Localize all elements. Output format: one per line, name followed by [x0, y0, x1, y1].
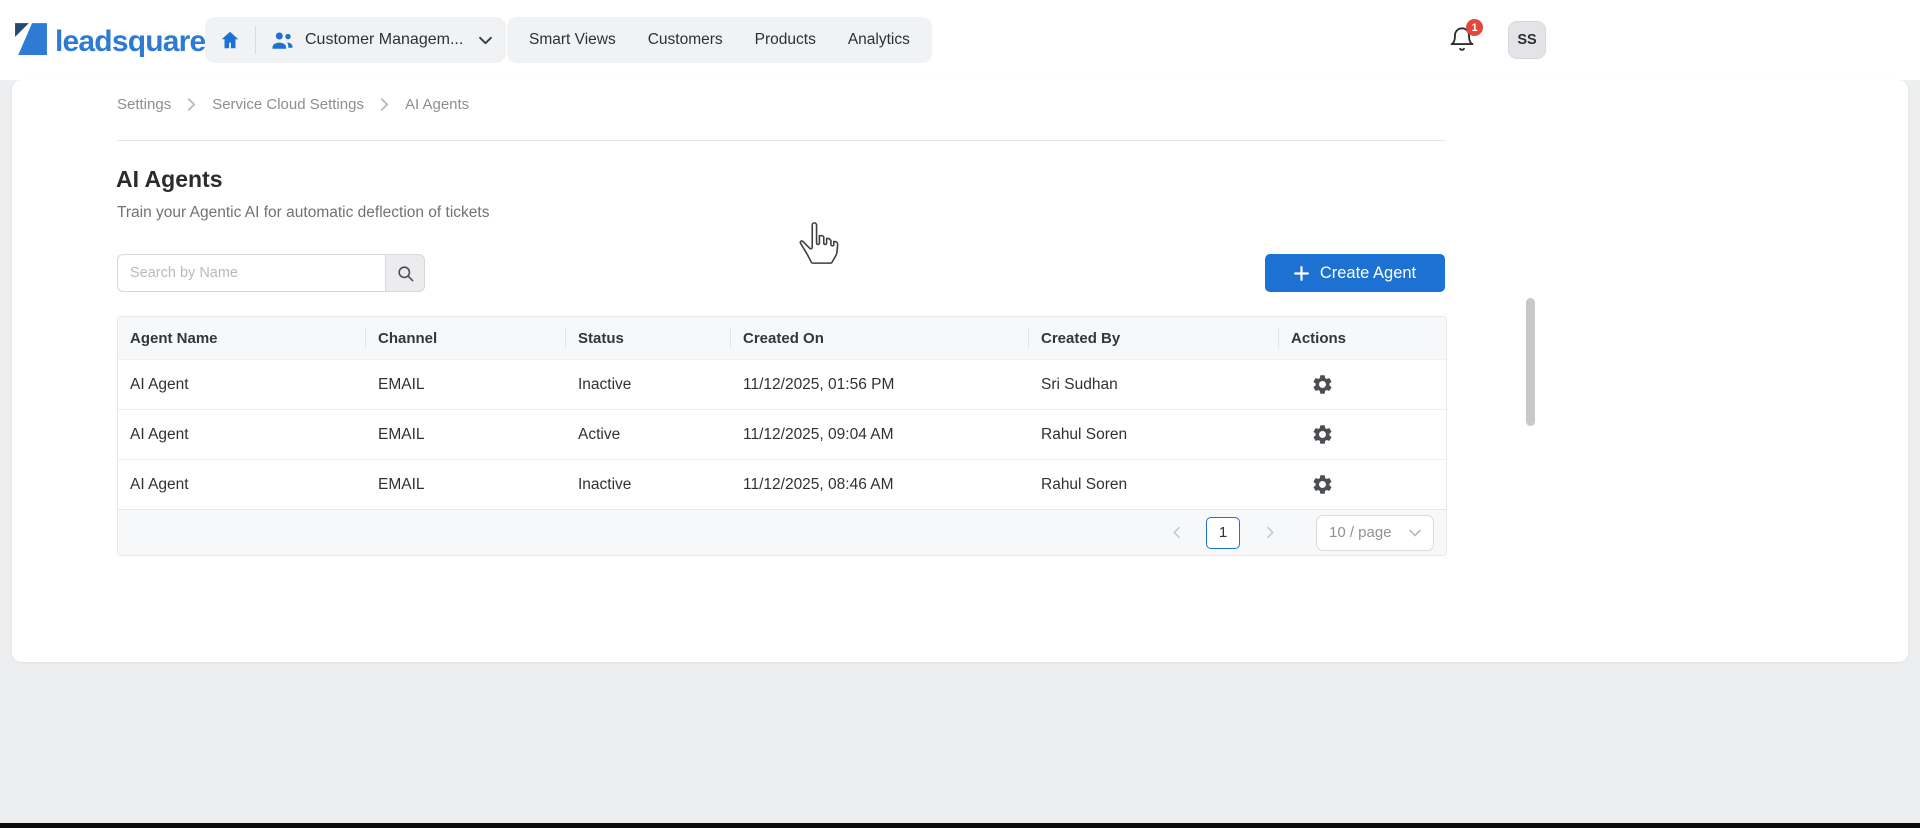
search-button[interactable]	[385, 254, 425, 292]
cell-channel: EMAIL	[378, 475, 425, 493]
gear-icon	[1311, 373, 1334, 396]
chevron-right-icon	[1263, 526, 1276, 539]
search-icon	[396, 264, 415, 283]
cell-channel: EMAIL	[378, 425, 425, 443]
workspace-label: Customer Managem...	[305, 31, 464, 48]
cell-status: Inactive	[578, 475, 632, 493]
pagination-prev-button[interactable]	[1164, 526, 1190, 539]
users-icon	[270, 30, 295, 50]
divider	[117, 140, 1445, 141]
notification-badge: 1	[1466, 19, 1483, 36]
app-window: leadsquared Customer Managem... Smart Vi…	[0, 0, 1920, 828]
brand-logo[interactable]: leadsquared	[14, 22, 224, 61]
search-input[interactable]	[117, 254, 385, 292]
column-header-status: Status	[566, 317, 731, 359]
page-size-select[interactable]: 10 / page	[1316, 514, 1434, 551]
brand-logo-text: leadsquared	[55, 24, 224, 58]
column-header-channel: Channel	[366, 317, 566, 359]
cell-created-on: 11/12/2025, 01:56 PM	[743, 375, 895, 393]
home-icon[interactable]	[219, 29, 241, 51]
nav-customers[interactable]: Customers	[634, 18, 737, 62]
table-footer: 1 10 / page	[118, 509, 1446, 555]
pagination-next-button[interactable]	[1256, 526, 1282, 539]
row-actions-button[interactable]	[1311, 423, 1334, 446]
pagination-page-button[interactable]: 1	[1206, 516, 1240, 549]
chevron-left-icon	[1171, 526, 1184, 539]
nav-smart-views[interactable]: Smart Views	[515, 18, 630, 62]
breadcrumb-ai-agents: AI Agents	[404, 96, 470, 113]
cell-created-on: 11/12/2025, 08:46 AM	[743, 475, 894, 493]
cell-channel: EMAIL	[378, 375, 425, 393]
column-header-created-on: Created On	[731, 317, 1029, 359]
nav-products[interactable]: Products	[741, 18, 830, 62]
content-card: Settings Service Cloud Settings AI Agent…	[12, 80, 1908, 662]
chevron-right-icon	[380, 98, 389, 111]
create-agent-button[interactable]: Create Agent	[1265, 254, 1445, 292]
table-row: AI Agent EMAIL Inactive 11/12/2025, 08:4…	[118, 459, 1446, 509]
bottom-edge	[0, 823, 1920, 828]
cell-status: Inactive	[578, 375, 632, 393]
leadsquared-logo-icon	[14, 22, 48, 61]
table-header-row: Agent Name Channel Status Created On Cre…	[118, 317, 1446, 359]
plus-icon	[1293, 265, 1309, 281]
chevron-down-icon	[479, 36, 493, 45]
workspace-switcher[interactable]: Customer Managem...	[205, 17, 507, 63]
breadcrumb-settings[interactable]: Settings	[117, 96, 171, 113]
cell-created-by: Sri Sudhan	[1041, 375, 1118, 393]
gear-icon	[1311, 423, 1334, 446]
nav-analytics[interactable]: Analytics	[834, 18, 924, 62]
create-agent-label: Create Agent	[1319, 263, 1417, 282]
search	[117, 254, 425, 292]
cell-agent-name: AI Agent	[130, 375, 189, 393]
chevron-down-icon	[1409, 529, 1421, 537]
table-row: AI Agent EMAIL Active 11/12/2025, 09:04 …	[118, 409, 1446, 459]
column-header-agent-name: Agent Name	[118, 317, 366, 359]
notifications-button[interactable]: 1	[1448, 19, 1483, 58]
page-size-label: 10 / page	[1329, 524, 1392, 541]
user-avatar[interactable]: SS	[1508, 21, 1546, 59]
column-header-actions: Actions	[1291, 329, 1347, 347]
page-subtitle: Train your Agentic AI for automatic defl…	[117, 204, 490, 221]
column-header-created-by: Created By	[1029, 317, 1279, 359]
page-title: AI Agents	[116, 166, 223, 192]
agents-table: Agent Name Channel Status Created On Cre…	[117, 316, 1447, 556]
breadcrumb-service-cloud-settings[interactable]: Service Cloud Settings	[212, 96, 364, 113]
chevron-right-icon	[187, 98, 196, 111]
cell-created-by: Rahul Soren	[1041, 425, 1128, 443]
row-actions-button[interactable]	[1311, 373, 1334, 396]
table-row: AI Agent EMAIL Inactive 11/12/2025, 01:5…	[118, 359, 1446, 409]
cell-agent-name: AI Agent	[130, 475, 189, 493]
cell-created-by: Rahul Soren	[1041, 475, 1128, 493]
divider	[255, 26, 256, 54]
breadcrumb: Settings Service Cloud Settings AI Agent…	[117, 96, 469, 113]
scrollbar[interactable]	[1526, 298, 1535, 426]
row-actions-button[interactable]	[1311, 473, 1334, 496]
main-nav: Smart Views Customers Products Analytics	[507, 17, 932, 63]
top-bar: leadsquared Customer Managem... Smart Vi…	[0, 0, 1920, 80]
cell-agent-name: AI Agent	[130, 425, 189, 443]
cell-status: Active	[578, 425, 621, 443]
cell-created-on: 11/12/2025, 09:04 AM	[743, 425, 894, 443]
gear-icon	[1311, 473, 1334, 496]
